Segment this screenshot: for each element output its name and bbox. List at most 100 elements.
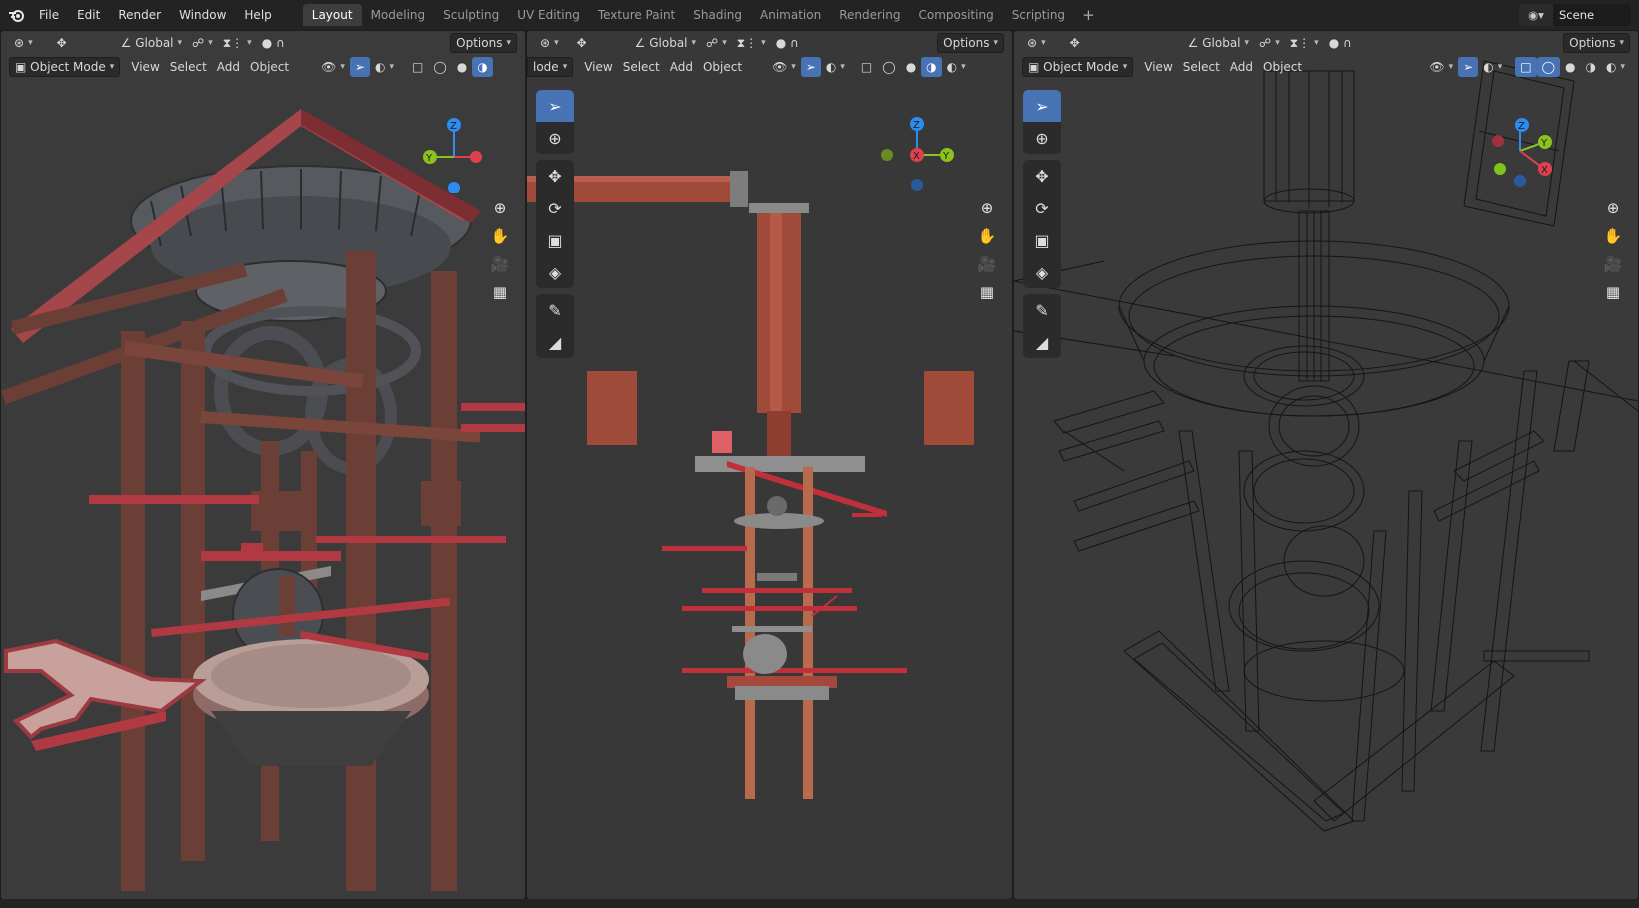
- measure-tool-icon[interactable]: ◢: [1023, 326, 1061, 358]
- annotate-tool-icon[interactable]: ✎: [1023, 294, 1061, 326]
- scale-tool-icon[interactable]: ▣: [536, 224, 574, 256]
- xray-icon[interactable]: □: [407, 57, 428, 77]
- camera-icon[interactable]: 🎥: [487, 250, 513, 278]
- grid-icon[interactable]: ▦: [1600, 278, 1626, 306]
- menu-view[interactable]: View: [1139, 57, 1177, 77]
- snap-icon[interactable]: ⧗⋮ ▾: [732, 33, 771, 53]
- rotate-tool-icon[interactable]: ⟳: [1023, 192, 1061, 224]
- tab-rendering[interactable]: Rendering: [830, 4, 909, 26]
- transform-orientation-dropdown[interactable]: ∠ Global ▾: [116, 33, 187, 53]
- options-dropdown[interactable]: Options ▾: [1563, 33, 1630, 53]
- move-tool-icon[interactable]: ✥: [536, 160, 574, 192]
- visibility-icon[interactable]: 👁 ▾: [1424, 57, 1458, 77]
- pan-hand-icon[interactable]: ✋: [974, 222, 1000, 250]
- gizmo-toggle-icon[interactable]: ➢: [1458, 57, 1479, 77]
- editor-type-icon[interactable]: ⊛ ▾: [535, 33, 564, 53]
- move-tool-icon[interactable]: ✥: [1023, 160, 1061, 192]
- blender-logo-icon[interactable]: [6, 4, 28, 26]
- grid-icon[interactable]: ▦: [974, 278, 1000, 306]
- navigation-gizmo[interactable]: Z X Y: [877, 113, 957, 193]
- pan-hand-icon[interactable]: ✋: [487, 222, 513, 250]
- menu-edit[interactable]: Edit: [68, 8, 109, 22]
- material-shading-icon[interactable]: ◑: [921, 57, 942, 77]
- xray-icon[interactable]: □: [856, 57, 877, 77]
- add-workspace-icon[interactable]: +: [1074, 6, 1103, 24]
- wireframe-shading-icon[interactable]: ◯: [1536, 57, 1561, 77]
- tab-sculpting[interactable]: Sculpting: [434, 4, 508, 26]
- tab-layout[interactable]: Layout: [302, 4, 362, 26]
- menu-add[interactable]: Add: [1225, 57, 1258, 77]
- menu-file[interactable]: File: [30, 8, 68, 22]
- rotate-tool-icon[interactable]: ⟳: [536, 192, 574, 224]
- scene-icon[interactable]: ◉▾: [1519, 4, 1553, 26]
- transform-orientation-dropdown[interactable]: ∠ Global ▾: [1183, 33, 1254, 53]
- gizmo-toggle-icon[interactable]: ➢: [800, 57, 821, 77]
- solid-shading-icon[interactable]: ●: [452, 57, 472, 77]
- annotate-tool-icon[interactable]: ✎: [536, 294, 574, 326]
- menu-object[interactable]: Object: [245, 57, 294, 77]
- select-box-tool-icon[interactable]: ➢: [536, 90, 574, 122]
- camera-icon[interactable]: 🎥: [974, 250, 1000, 278]
- navigation-gizmo[interactable]: Z Y X: [1482, 113, 1562, 193]
- menu-view[interactable]: View: [126, 57, 164, 77]
- wireframe-shading-icon[interactable]: ◯: [877, 57, 900, 77]
- scale-tool-icon[interactable]: ▣: [1023, 224, 1061, 256]
- menu-add[interactable]: Add: [665, 57, 698, 77]
- material-shading-icon[interactable]: ◑: [1581, 57, 1601, 77]
- pan-hand-icon[interactable]: ✋: [1600, 222, 1626, 250]
- menu-view[interactable]: View: [579, 57, 617, 77]
- object-mode-dropdown[interactable]: lode ▾: [527, 57, 574, 77]
- xray-icon[interactable]: □: [1515, 57, 1537, 77]
- scene-name[interactable]: Scene: [1553, 4, 1631, 26]
- tab-scripting[interactable]: Scripting: [1003, 4, 1074, 26]
- options-dropdown[interactable]: Options ▾: [937, 33, 1004, 53]
- viewport-middle[interactable]: ⊛ ▾ ✥ ∠ Global ▾ ☍ ▾ ⧗⋮ ▾ ● ∩ Options ▾ lode ▾…: [527, 31, 1012, 899]
- visibility-icon[interactable]: 👁 ▾: [767, 57, 801, 77]
- transform-tool-icon[interactable]: ◈: [1023, 256, 1061, 288]
- menu-render[interactable]: Render: [109, 8, 170, 22]
- menu-object[interactable]: Object: [698, 57, 747, 77]
- proportional-edit-icon[interactable]: ● ∩: [771, 33, 804, 53]
- solid-shading-icon[interactable]: ●: [901, 57, 921, 77]
- cursor-tool-icon[interactable]: ⊕: [536, 122, 574, 154]
- overlay-icon[interactable]: ◐ ▾: [370, 57, 399, 77]
- tab-texture-paint[interactable]: Texture Paint: [589, 4, 684, 26]
- menu-add[interactable]: Add: [212, 57, 245, 77]
- select-box-tool-icon[interactable]: ➢: [1023, 90, 1061, 122]
- tab-shading[interactable]: Shading: [684, 4, 751, 26]
- editor-type-icon[interactable]: ⊛ ▾: [9, 33, 38, 53]
- transform-orientation-dropdown[interactable]: ∠ Global ▾: [630, 33, 701, 53]
- pivot-point-icon[interactable]: ☍ ▾: [701, 33, 732, 53]
- scene-selector[interactable]: ◉▾ Scene: [1519, 4, 1631, 26]
- camera-icon[interactable]: 🎥: [1600, 250, 1626, 278]
- pivot-point-icon[interactable]: ☍ ▾: [1254, 33, 1285, 53]
- menu-select[interactable]: Select: [1178, 57, 1225, 77]
- zoom-icon[interactable]: ⊕: [487, 194, 513, 222]
- visibility-icon[interactable]: 👁 ▾: [316, 57, 350, 77]
- cursor-tool-icon[interactable]: ⊕: [1023, 122, 1061, 154]
- overlay-icon[interactable]: ◐ ▾: [821, 57, 850, 77]
- snap-icon[interactable]: ⧗⋮ ▾: [1285, 33, 1324, 53]
- zoom-icon[interactable]: ⊕: [1600, 194, 1626, 222]
- tab-animation[interactable]: Animation: [751, 4, 830, 26]
- measure-tool-icon[interactable]: ◢: [536, 326, 574, 358]
- viewport-right[interactable]: ⊛ ▾ ✥ ∠ Global ▾ ☍ ▾ ⧗⋮ ▾ ● ∩ Options ▾ ▣ Obj…: [1014, 31, 1638, 899]
- editor-type-icon[interactable]: ⊛ ▾: [1022, 33, 1051, 53]
- tab-compositing[interactable]: Compositing: [909, 4, 1002, 26]
- pivot-point-icon[interactable]: ☍ ▾: [187, 33, 218, 53]
- menu-help[interactable]: Help: [235, 8, 280, 22]
- tab-modeling[interactable]: Modeling: [362, 4, 435, 26]
- tab-uv-editing[interactable]: UV Editing: [508, 4, 589, 26]
- grid-icon[interactable]: ▦: [487, 278, 513, 306]
- solid-shading-icon[interactable]: ●: [1560, 57, 1580, 77]
- transform-tool-icon[interactable]: ✥: [52, 33, 72, 53]
- menu-select[interactable]: Select: [165, 57, 212, 77]
- viewport-left[interactable]: ⊛ ▾ ✥ ∠ Global ▾ ☍ ▾ ⧗⋮ ▾ ● ∩ Options ▾ ▣ Obj…: [1, 31, 525, 899]
- transform-tool-icon[interactable]: ◈: [536, 256, 574, 288]
- transform-tool-icon[interactable]: ✥: [1065, 33, 1085, 53]
- zoom-icon[interactable]: ⊕: [974, 194, 1000, 222]
- overlay-icon[interactable]: ◐ ▾: [1478, 57, 1507, 77]
- gizmo-toggle-icon[interactable]: ➢: [349, 57, 370, 77]
- object-mode-dropdown[interactable]: ▣ Object Mode ▾: [1022, 57, 1134, 77]
- options-dropdown[interactable]: Options ▾: [450, 33, 517, 53]
